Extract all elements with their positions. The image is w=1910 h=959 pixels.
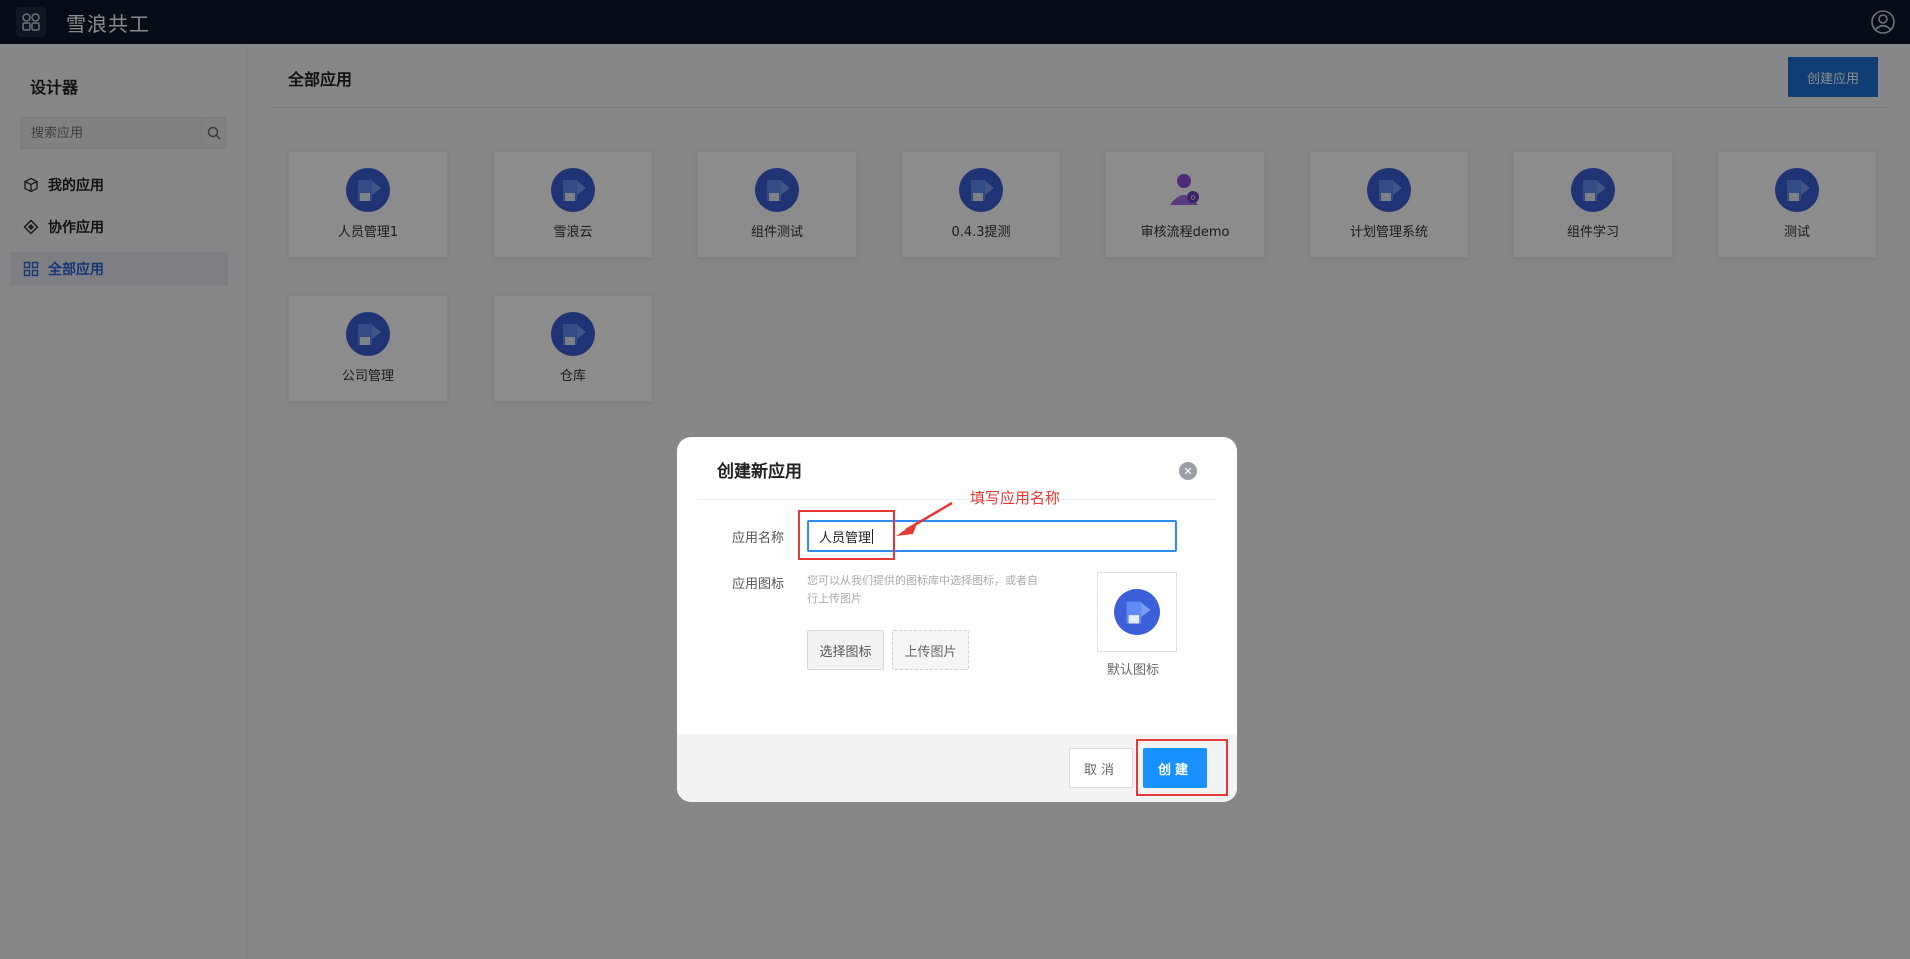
choose-icon-button[interactable]: 选择图标: [807, 630, 884, 670]
close-button[interactable]: ✕: [1179, 462, 1197, 480]
upload-image-button[interactable]: 上传图片: [892, 630, 969, 670]
app-name-label: 应用名称: [732, 531, 785, 546]
cancel-button[interactable]: 取消: [1069, 748, 1133, 788]
annotation-highlight-input: [798, 510, 895, 560]
close-icon: ✕: [1183, 464, 1193, 478]
app-default-icon: [1114, 589, 1160, 635]
app-icon-label: 应用图标: [732, 577, 785, 592]
dialog-title: 创建新应用: [717, 462, 802, 482]
default-icon-label: 默认图标: [1107, 663, 1160, 678]
icon-preview: [1097, 572, 1177, 652]
icon-hint: 您可以从我们提供的图标库中选择图标，或者自行上传图片: [807, 574, 1038, 605]
annotation-arrow-icon: [896, 501, 953, 536]
annotation-highlight-create: [1136, 739, 1228, 796]
annotation-text: 填写应用名称: [970, 489, 1061, 507]
